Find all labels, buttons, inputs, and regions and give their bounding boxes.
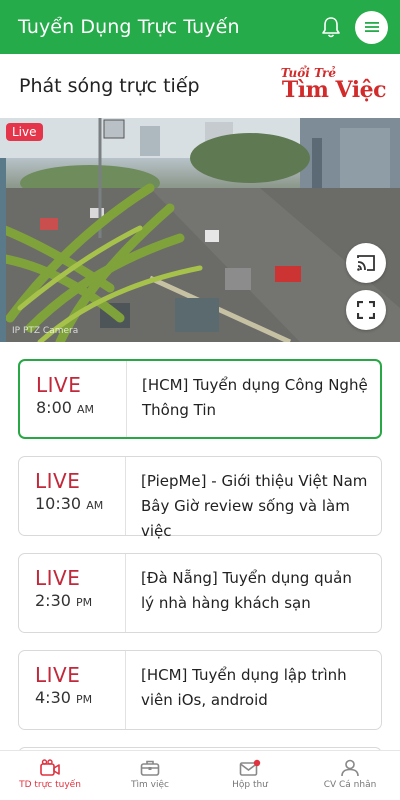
- live-label: LIVE: [35, 469, 81, 493]
- cast-button[interactable]: [346, 243, 386, 283]
- live-camera-icon: [40, 759, 60, 776]
- stream-time: 4:30 PM: [35, 688, 93, 707]
- stream-title: [PiepMe] - Giới thiệu Việt Nam Bây Giờ r…: [141, 472, 368, 540]
- stream-title: [HCM] Tuyển dụng Công Nghệ Thông Tin: [142, 376, 368, 419]
- tab-cv-ca-nhan[interactable]: CV Cá nhân: [300, 751, 400, 800]
- bottom-navigation: TD trực tuyến Tìm việc Hộp thư CV Cá nhâ…: [0, 750, 400, 800]
- tab-hop-thu[interactable]: Hộp thư: [200, 751, 300, 800]
- notification-bell-icon[interactable]: [313, 9, 349, 45]
- live-stream-list: LIVE 8:00 AM [HCM] Tuyển dụng Công Nghệ …: [0, 342, 400, 750]
- briefcase-icon: [140, 760, 160, 776]
- tab-label: Hộp thư: [232, 780, 268, 790]
- user-icon: [341, 759, 359, 777]
- live-label: LIVE: [35, 663, 81, 687]
- stream-title: [Đà Nẵng] Tuyển dụng quản lý nhà hàng kh…: [141, 569, 352, 612]
- menu-button[interactable]: [355, 10, 388, 44]
- hamburger-icon: [364, 22, 379, 32]
- cast-icon: [357, 255, 375, 271]
- stream-card[interactable]: LIVE 8:00 AM [HCM] Tuyển dụng Công Nghệ …: [18, 359, 382, 439]
- camera-label: IP PTZ Camera: [12, 326, 79, 336]
- stream-time: 2:30 PM: [35, 591, 93, 610]
- stream-time: 8:00 AM: [36, 398, 95, 417]
- tab-label: TD trực tuyến: [19, 780, 81, 790]
- tab-label: Tìm việc: [131, 780, 169, 790]
- stream-time: 10:30 AM: [35, 494, 104, 513]
- stream-card[interactable]: LIVE 10:30 AM [PiepMe] - Giới thiệu Việt…: [18, 456, 382, 540]
- tab-label: CV Cá nhân: [323, 780, 377, 790]
- live-badge: Live: [6, 123, 43, 141]
- mail-icon: [239, 759, 261, 776]
- section-title: Phát sóng trực tiếp: [19, 75, 200, 97]
- live-label: LIVE: [35, 566, 81, 590]
- app-bar: Tuyển Dụng Trực Tuyến: [0, 0, 400, 54]
- tuoi-tre-tim-viec-logo: Tuổi Trẻ Tìm Việc: [280, 66, 387, 103]
- fullscreen-button[interactable]: [346, 290, 386, 330]
- tab-td-truc-tuyen[interactable]: TD trực tuyến: [0, 751, 100, 800]
- fullscreen-icon: [357, 301, 375, 319]
- stream-title: [HCM] Tuyển dụng lập trình viên iOs, and…: [141, 666, 347, 709]
- live-label: LIVE: [36, 373, 82, 397]
- app-title: Tuyển Dụng Trực Tuyến: [18, 16, 240, 38]
- live-video-player[interactable]: Live IP PTZ Camera: [0, 118, 400, 342]
- stream-card[interactable]: LIVE 2:30 PM [Đà Nẵng] Tuyển dụng quản l…: [18, 553, 382, 633]
- stream-card[interactable]: LIVE 4:30 PM [HCM] Tuyển dụng lập trình …: [18, 650, 382, 730]
- video-frame: [0, 118, 400, 342]
- tab-tim-viec[interactable]: Tìm việc: [100, 751, 200, 800]
- section-header: Phát sóng trực tiếp Tuổi Trẻ Tìm Việc: [0, 54, 400, 118]
